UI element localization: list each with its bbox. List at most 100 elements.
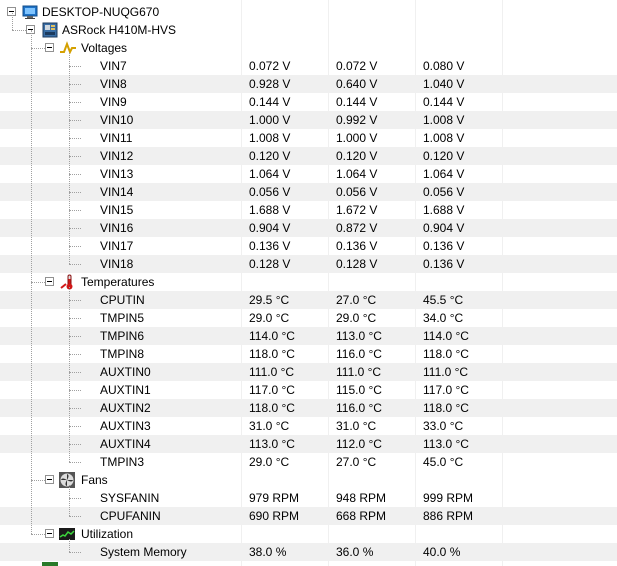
tree-node-mainboard[interactable]: ASRock H410M-HVS	[0, 21, 617, 39]
sensor-min: 0.144 V	[336, 95, 378, 109]
tree-node-group-temperatures[interactable]: Temperatures	[0, 273, 617, 291]
sensor-row[interactable]: VIN13 1.064 V 1.064 V 1.064 V	[0, 165, 617, 183]
tree-line	[69, 53, 70, 264]
tree-node-group-utilization[interactable]: Utilization	[0, 525, 617, 543]
collapse-toggle[interactable]	[45, 277, 54, 286]
sensor-value: 117.0 °C	[249, 383, 295, 397]
sensor-row[interactable]: AUXTIN0 111.0 °C 111.0 °C 111.0 °C	[0, 363, 617, 381]
collapse-toggle[interactable]	[45, 529, 54, 538]
tree-node-computer[interactable]: DESKTOP-NUQG670	[0, 3, 617, 21]
sensor-value: 29.5 °C	[249, 293, 290, 307]
mainboard-name: ASRock H410M-HVS	[62, 23, 177, 37]
sensor-name: VIN14	[100, 185, 134, 199]
sensor-value: 690 RPM	[249, 509, 300, 523]
sensor-row[interactable]: AUXTIN3 31.0 °C 31.0 °C 33.0 °C	[0, 417, 617, 435]
tree-line	[69, 210, 81, 211]
sensor-max: 0.144 V	[423, 95, 465, 109]
sensor-max: 999 RPM	[423, 491, 474, 505]
sensor-min: 0.136 V	[336, 239, 378, 253]
sensor-row[interactable]: VIN18 0.128 V 0.128 V 0.136 V	[0, 255, 617, 273]
sensor-row[interactable]: VIN11 1.008 V 1.000 V 1.008 V	[0, 129, 617, 147]
group-label: Utilization	[81, 527, 134, 541]
sensor-name: SYSFANIN	[100, 491, 160, 505]
sensor-value: 118.0 °C	[249, 401, 295, 415]
sensor-min: 0.056 V	[336, 185, 378, 199]
sensor-row[interactable]: CPUTIN 29.5 °C 27.0 °C 45.5 °C	[0, 291, 617, 309]
sensor-min: 0.640 V	[336, 77, 378, 91]
sensor-min: 948 RPM	[336, 491, 387, 505]
sensor-max: 1.688 V	[423, 203, 465, 217]
sensor-value: 0.928 V	[249, 77, 291, 91]
sensor-max: 0.136 V	[423, 239, 465, 253]
sensor-row[interactable]: SYSFANIN 979 RPM 948 RPM 999 RPM	[0, 489, 617, 507]
sensor-value: 0.072 V	[249, 59, 291, 73]
sensor-value: 979 RPM	[249, 491, 300, 505]
collapse-toggle[interactable]	[45, 475, 54, 484]
sensor-row[interactable]: VIN17 0.136 V 0.136 V 0.136 V	[0, 237, 617, 255]
sensor-name: VIN13	[100, 167, 134, 181]
tree-node-group-fans[interactable]: Fans	[0, 471, 617, 489]
sensor-name: TMPIN6	[100, 329, 145, 343]
sensor-max: 1.008 V	[423, 131, 465, 145]
tree-line	[69, 264, 81, 265]
sensor-value: 111.0 °C	[249, 365, 295, 379]
sensor-value: 1.688 V	[249, 203, 291, 217]
voltage-icon	[59, 40, 77, 56]
sensor-row[interactable]: VIN12 0.120 V 0.120 V 0.120 V	[0, 147, 617, 165]
sensor-row[interactable]: AUXTIN4 113.0 °C 112.0 °C 113.0 °C	[0, 435, 617, 453]
sensor-row[interactable]: TMPIN5 29.0 °C 29.0 °C 34.0 °C	[0, 309, 617, 327]
tree-line	[69, 444, 81, 445]
sensor-row[interactable]: VIN8 0.928 V 0.640 V 1.040 V	[0, 75, 617, 93]
sensor-name: VIN15	[100, 203, 134, 217]
sensor-min: 116.0 °C	[336, 347, 382, 361]
sensor-name: AUXTIN4	[100, 437, 151, 451]
tree-line	[31, 534, 45, 535]
sensor-row[interactable]: VIN10 1.000 V 0.992 V 1.008 V	[0, 111, 617, 129]
sensor-name: System Memory	[100, 545, 187, 559]
sensor-max: 45.0 °C	[423, 455, 464, 469]
sensor-max: 886 RPM	[423, 509, 474, 523]
sensor-max: 33.0 °C	[423, 419, 464, 433]
tree-line	[69, 120, 81, 121]
sensor-tree[interactable]: DESKTOP-NUQG670 ASRock H410M-HVS Voltage…	[0, 0, 617, 566]
sensor-min: 29.0 °C	[336, 311, 377, 325]
sensor-max: 45.5 °C	[423, 293, 464, 307]
tree-line	[69, 246, 81, 247]
sensor-row[interactable]: System Memory 38.0 % 36.0 % 40.0 %	[0, 543, 617, 561]
tree-node-group-voltages[interactable]: Voltages	[0, 39, 617, 57]
sensor-row[interactable]: VIN16 0.904 V 0.872 V 0.904 V	[0, 219, 617, 237]
tree-line	[31, 480, 45, 481]
sensor-row[interactable]: VIN9 0.144 V 0.144 V 0.144 V	[0, 93, 617, 111]
sensor-min: 668 RPM	[336, 509, 387, 523]
sensor-value: 1.064 V	[249, 167, 291, 181]
sensor-name: TMPIN3	[100, 455, 145, 469]
sensor-value: 38.0 %	[249, 545, 287, 559]
tree-line	[69, 336, 81, 337]
sensor-value: 29.0 °C	[249, 455, 290, 469]
collapse-toggle[interactable]	[45, 43, 54, 52]
sensor-max: 40.0 %	[423, 545, 461, 559]
tree-line	[69, 66, 81, 67]
tree-line	[69, 462, 81, 463]
sensor-max: 34.0 °C	[423, 311, 464, 325]
sensor-row[interactable]: AUXTIN1 117.0 °C 115.0 °C 117.0 °C	[0, 381, 617, 399]
sensor-name: VIN7	[100, 59, 127, 73]
sensor-name: VIN9	[100, 95, 127, 109]
sensor-row[interactable]: AUXTIN2 118.0 °C 116.0 °C 118.0 °C	[0, 399, 617, 417]
sensor-row[interactable]: TMPIN8 118.0 °C 116.0 °C 118.0 °C	[0, 345, 617, 363]
sensor-max: 0.904 V	[423, 221, 465, 235]
sensor-row[interactable]: VIN7 0.072 V 0.072 V 0.080 V	[0, 57, 617, 75]
sensor-row[interactable]: TMPIN3 29.0 °C 27.0 °C 45.0 °C	[0, 453, 617, 471]
sensor-row[interactable]: CPUFANIN 690 RPM 668 RPM 886 RPM	[0, 507, 617, 525]
sensor-min: 116.0 °C	[336, 401, 382, 415]
sensor-row[interactable]: VIN14 0.056 V 0.056 V 0.056 V	[0, 183, 617, 201]
tree-line	[69, 552, 81, 553]
sensor-name: VIN8	[100, 77, 127, 91]
sensor-value: 1.008 V	[249, 131, 291, 145]
sensor-row[interactable]: TMPIN6 114.0 °C 113.0 °C 114.0 °C	[0, 327, 617, 345]
sensor-row[interactable]: VIN15 1.688 V 1.672 V 1.688 V	[0, 201, 617, 219]
sensor-min: 31.0 °C	[336, 419, 377, 433]
group-label: Fans	[81, 473, 108, 487]
tree-line	[69, 156, 81, 157]
sensor-name: CPUTIN	[100, 293, 145, 307]
